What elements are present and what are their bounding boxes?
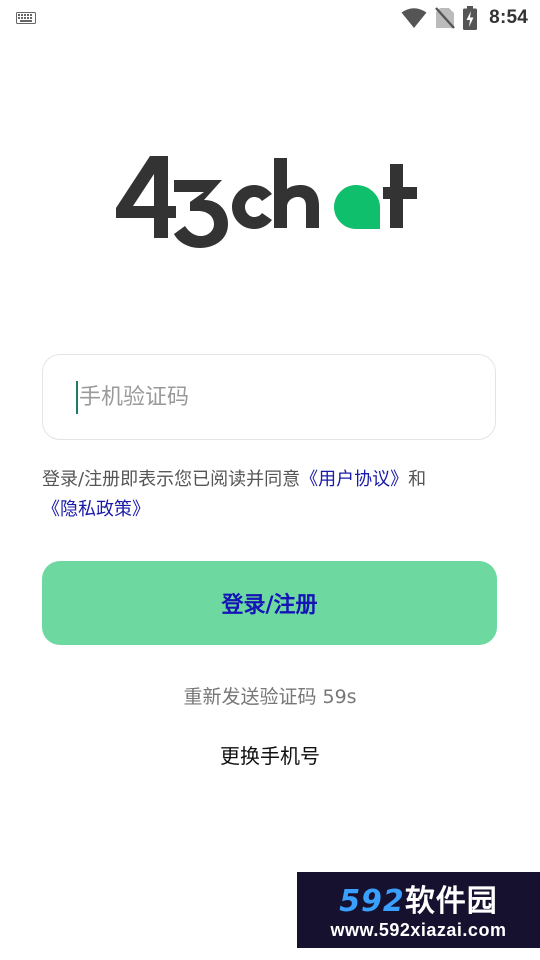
no-sim-icon [435,7,456,29]
battery-charging-icon [463,6,478,30]
change-phone-link[interactable]: 更换手机号 [0,740,540,769]
resend-code-countdown[interactable]: 重新发送验证码 59s [0,682,540,709]
privacy-policy-link[interactable]: 《隐私政策》 [42,499,150,520]
agreement-notice: 登录/注册即表示您已阅读并同意《用户协议》和《隐私政策》 [42,465,502,525]
status-time: 8:54 [489,7,528,28]
watermark-name: 软件园 [404,884,498,919]
status-bar: 8:54 [0,0,540,36]
login-register-label: 登录/注册 [221,593,318,618]
agreement-prefix: 登录/注册即表示您已阅读并同意 [42,469,301,490]
agreement-conjunction: 和 [408,469,427,490]
status-icons: 8:54 [401,6,528,30]
app-logo [116,156,417,248]
watermark-logo: 592软件园 www.592xiazai.com [297,872,540,948]
user-agreement-link[interactable]: 《用户协议》 [300,469,408,490]
wifi-icon [401,8,427,28]
verification-code-placeholder: 手机验证码 [79,385,190,410]
watermark-title: 592软件园 [297,876,540,920]
screen: 8:54 手机验证码 登录/注册即表示您已阅读并同意《用户协议》和 《隐私政策》 … [0,0,540,960]
verification-code-input[interactable]: 手机验证码 [42,354,496,440]
text-caret [76,381,78,414]
login-register-button[interactable]: 登录/注册 [42,561,497,645]
keyboard-icon [16,12,36,24]
watermark-url: www.592xiazai.com [330,920,507,940]
watermark-number: 592 [339,884,405,919]
